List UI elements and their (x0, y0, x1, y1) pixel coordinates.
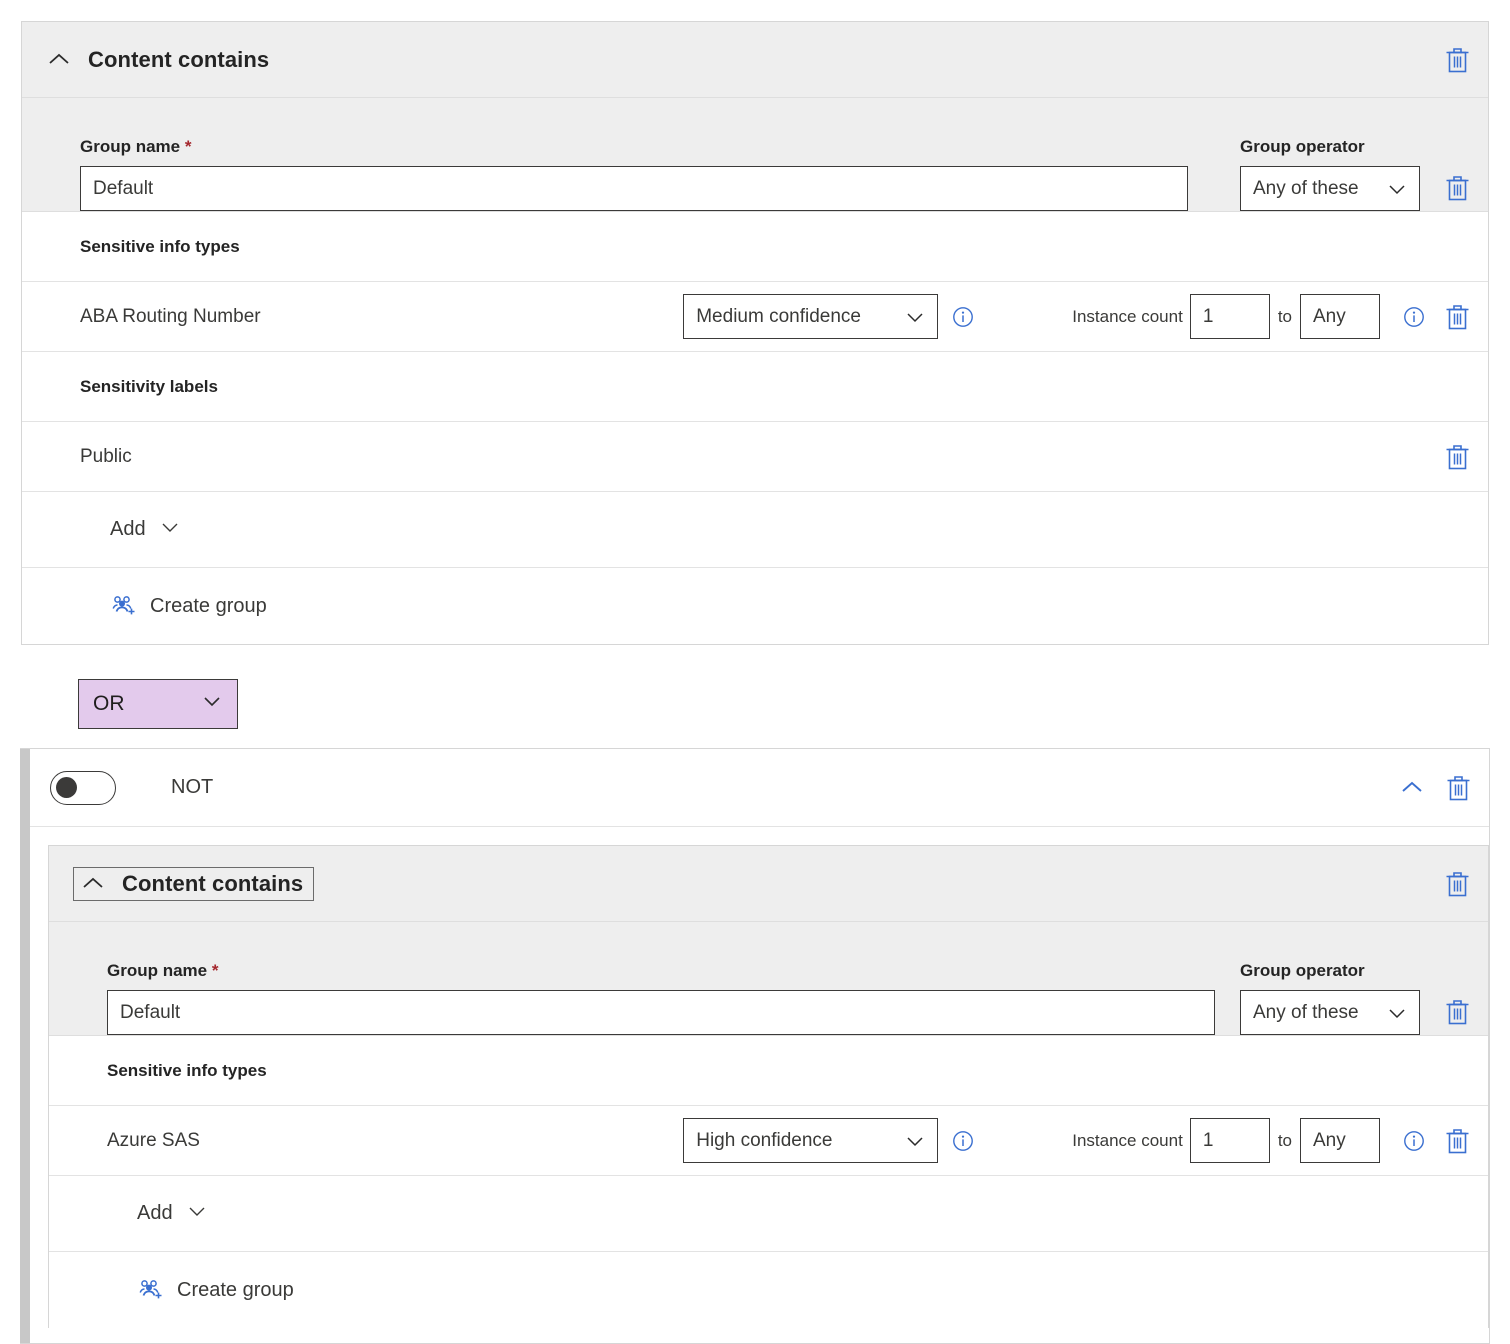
add-button-label: Add (110, 518, 146, 541)
not-condition-wrapper: NOT (20, 748, 1490, 1344)
condition-card-header-nested[interactable]: Content contains (49, 846, 1488, 922)
trash-icon[interactable] (1444, 869, 1470, 899)
instance-count-group-nested: Instance count to (1072, 1118, 1380, 1163)
add-button-label-nested: Add (137, 1202, 173, 1225)
confidence-level-value-nested: High confidence (696, 1130, 891, 1152)
instance-count-label-nested: Instance count (1072, 1131, 1183, 1151)
group-name-input-nested[interactable] (107, 990, 1215, 1035)
sensitive-info-types-heading-nested: Sensitive info types (49, 1036, 1488, 1106)
not-wrapper-body: NOT (30, 749, 1489, 1343)
group-name-field-block-nested: Group name * (107, 961, 1215, 1035)
group-operator-dropdown-nested[interactable]: Any of these (1240, 990, 1420, 1035)
trash-icon[interactable] (1444, 45, 1470, 75)
not-toggle-label: NOT (171, 776, 213, 799)
sensitive-info-types-heading: Sensitive info types (22, 212, 1488, 282)
group-name-label-nested: Group name * (107, 961, 1215, 981)
chevron-down-icon (201, 690, 223, 718)
chevron-down-icon (905, 1131, 925, 1151)
add-row: Add (22, 492, 1488, 568)
instance-count-to-label-nested: to (1278, 1131, 1292, 1151)
not-toggle[interactable] (50, 771, 116, 805)
group-name-strip-nested: Group name * Group operator Any of these (49, 922, 1488, 1036)
instance-count-max-input[interactable] (1300, 294, 1380, 339)
chevron-down-icon (1387, 179, 1407, 199)
chevron-down-icon (160, 517, 180, 543)
info-icon[interactable] (951, 305, 975, 329)
instance-count-group: Instance count to (1072, 294, 1380, 339)
instance-count-label: Instance count (1072, 307, 1183, 327)
group-name-label-text: Group name (80, 137, 180, 156)
chevron-up-icon[interactable] (46, 47, 72, 73)
trash-icon[interactable] (1444, 996, 1470, 1026)
group-operator-value-nested: Any of these (1253, 1002, 1373, 1024)
chevron-down-icon (187, 1201, 207, 1227)
instance-count-to-label: to (1278, 307, 1292, 327)
confidence-level-dropdown-nested[interactable]: High confidence (683, 1118, 938, 1163)
group-operator-label-nested: Group operator (1240, 961, 1420, 981)
table-row: ABA Routing Number Medium confidence I (22, 282, 1488, 352)
collapse-header-focus[interactable]: Content contains (73, 867, 314, 901)
group-name-strip: Group name * Group operator Any of these (22, 98, 1488, 212)
trash-icon[interactable] (1444, 302, 1470, 332)
group-operator-label: Group operator (1240, 137, 1420, 157)
group-name-field-block: Group name * (80, 137, 1188, 211)
create-group-label-nested: Create group (177, 1279, 294, 1302)
group-rail-bar (20, 749, 30, 1343)
trash-icon[interactable] (1444, 442, 1470, 472)
create-group-row-nested: Create group (49, 1252, 1488, 1328)
required-asterisk: * (212, 961, 219, 980)
condition-card-header[interactable]: Content contains (22, 22, 1488, 98)
group-operator-value: Any of these (1253, 178, 1373, 200)
boolean-operator-value: OR (93, 692, 201, 716)
info-icon[interactable] (1402, 1129, 1426, 1153)
page-title: Content contains (88, 47, 269, 73)
chevron-down-icon (1387, 1003, 1407, 1023)
create-group-row: Create group (22, 568, 1488, 644)
condition-card-primary: Content contains Group name * (21, 21, 1489, 645)
instance-count-min-input[interactable] (1190, 294, 1270, 339)
table-row: Public (22, 422, 1488, 492)
confidence-level-dropdown[interactable]: Medium confidence (683, 294, 938, 339)
sensitivity-labels-heading: Sensitivity labels (22, 352, 1488, 422)
chevron-down-icon (905, 307, 925, 327)
condition-builder-page: Content contains Group name * (0, 0, 1510, 1344)
chevron-up-icon[interactable] (1395, 773, 1429, 803)
nested-card-title: Content contains (122, 871, 303, 897)
toggle-knob (56, 777, 77, 798)
required-asterisk: * (185, 137, 192, 156)
not-toggle-row: NOT (30, 749, 1489, 827)
group-name-label: Group name * (80, 137, 1188, 157)
info-icon[interactable] (1402, 305, 1426, 329)
table-row: Azure SAS High confidence (49, 1106, 1488, 1176)
sensitivity-label-name: Public (80, 446, 132, 468)
nested-condition-padding: Content contains (30, 827, 1489, 1328)
connector-zone: OR (0, 657, 1510, 749)
create-group-button[interactable]: Create group (110, 594, 267, 618)
confidence-level-value: Medium confidence (696, 306, 891, 328)
add-row-nested: Add (49, 1176, 1488, 1252)
trash-icon[interactable] (1444, 172, 1470, 202)
group-operator-field-block-nested: Group operator Any of these (1240, 961, 1420, 1035)
sensitive-info-type-name: ABA Routing Number (80, 306, 261, 328)
people-add-icon (110, 594, 136, 618)
trash-icon[interactable] (1444, 1126, 1470, 1156)
info-icon[interactable] (951, 1129, 975, 1153)
add-button-nested[interactable]: Add (137, 1201, 207, 1227)
instance-count-min-input-nested[interactable] (1190, 1118, 1270, 1163)
sensitive-info-type-name-nested: Azure SAS (107, 1130, 200, 1152)
group-operator-dropdown[interactable]: Any of these (1240, 166, 1420, 211)
instance-count-max-input-nested[interactable] (1300, 1118, 1380, 1163)
group-operator-field-block: Group operator Any of these (1240, 137, 1420, 211)
trash-icon[interactable] (1445, 773, 1471, 803)
group-name-label-text-nested: Group name (107, 961, 207, 980)
chevron-up-icon[interactable] (80, 871, 106, 897)
condition-card-nested: Content contains (48, 845, 1489, 1328)
boolean-operator-dropdown[interactable]: OR (78, 679, 238, 729)
people-add-icon (137, 1278, 163, 1302)
add-button[interactable]: Add (110, 517, 180, 543)
group-name-input[interactable] (80, 166, 1188, 211)
create-group-label: Create group (150, 595, 267, 618)
create-group-button-nested[interactable]: Create group (137, 1278, 294, 1302)
